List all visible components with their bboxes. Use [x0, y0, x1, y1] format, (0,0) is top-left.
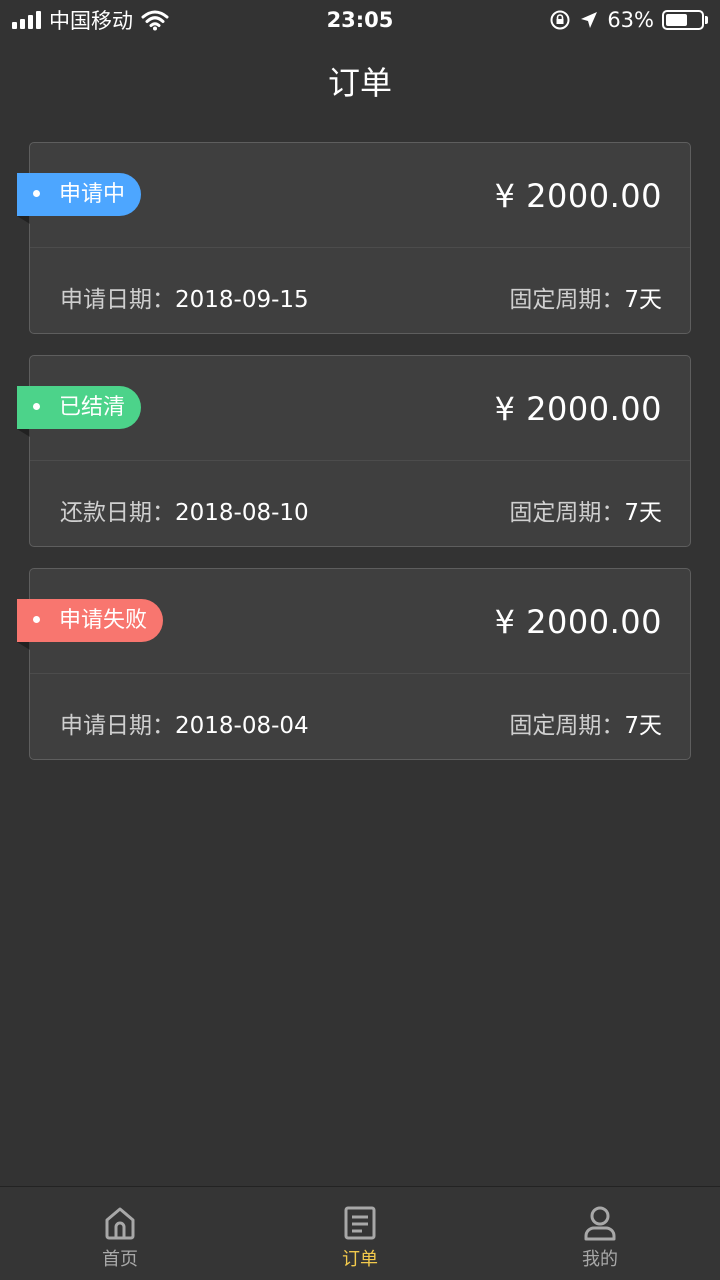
wifi-icon: [141, 10, 169, 31]
order-card[interactable]: 申请中 ¥ 2000.00 申请日期：2018-09-15 固定周期：7天: [17, 142, 691, 334]
period-label: 固定周期：: [509, 287, 625, 313]
order-card-header: 申请失败 ¥ 2000.00: [17, 569, 690, 674]
location-arrow-icon: [581, 12, 598, 28]
order-card-header: 已结清 ¥ 2000.00: [17, 356, 690, 461]
page-title: 订单: [327, 64, 392, 102]
tab-profile-label: 我的: [582, 1249, 618, 1270]
status-label: 申请中: [59, 182, 126, 207]
tab-profile[interactable]: 我的: [480, 1187, 720, 1280]
period-value: 7天: [624, 713, 662, 739]
status-label: 申请失败: [59, 608, 148, 633]
date-value: 2018-09-15: [175, 287, 309, 313]
document-icon: [344, 1206, 376, 1240]
date-label: 申请日期：: [60, 713, 175, 739]
status-badge: 申请中: [17, 173, 142, 224]
status-dot: [33, 190, 40, 197]
status-bar: 中国移动 23:05 63%: [0, 0, 720, 40]
order-card[interactable]: 申请失败 ¥ 2000.00 申请日期：2018-08-04 固定周期：7天: [17, 568, 691, 760]
home-icon: [105, 1207, 135, 1240]
status-label: 已结清: [59, 395, 126, 420]
carrier-label: 中国移动: [49, 9, 133, 33]
tab-orders-label: 订单: [342, 1249, 378, 1270]
battery-icon: [662, 10, 708, 30]
date-row: 还款日期：2018-08-10: [60, 493, 309, 527]
status-dot: [33, 616, 40, 623]
period-value: 7天: [624, 287, 662, 313]
order-card-footer: 申请日期：2018-08-04 固定周期：7天: [30, 674, 690, 760]
period-label: 固定周期：: [509, 500, 625, 526]
tab-bar: 首页 订单 我的: [0, 1186, 720, 1280]
tab-orders[interactable]: 订单: [240, 1187, 480, 1280]
date-value: 2018-08-10: [175, 500, 309, 526]
date-label: 还款日期：: [60, 500, 175, 526]
user-icon: [584, 1206, 616, 1241]
tab-home[interactable]: 首页: [0, 1187, 240, 1280]
date-row: 申请日期：2018-08-04: [60, 706, 309, 740]
order-card-header: 申请中 ¥ 2000.00: [17, 143, 690, 248]
order-card-footer: 还款日期：2018-08-10 固定周期：7天: [30, 461, 690, 547]
order-amount: ¥ 2000.00: [494, 177, 662, 215]
order-card-footer: 申请日期：2018-09-15 固定周期：7天: [30, 248, 690, 334]
period-value: 7天: [624, 500, 662, 526]
battery-percent: 63%: [607, 8, 654, 32]
order-amount: ¥ 2000.00: [494, 603, 662, 641]
date-row: 申请日期：2018-09-15: [60, 280, 309, 314]
order-amount: ¥ 2000.00: [494, 390, 662, 428]
period-row: 固定周期：7天: [509, 493, 662, 527]
date-value: 2018-08-04: [175, 713, 309, 739]
tab-home-label: 首页: [102, 1249, 138, 1270]
period-row: 固定周期：7天: [509, 706, 662, 740]
date-label: 申请日期：: [60, 287, 175, 313]
period-label: 固定周期：: [509, 713, 625, 739]
signal-icon: [12, 11, 41, 29]
status-left: 中国移动: [12, 5, 169, 35]
period-row: 固定周期：7天: [509, 280, 662, 314]
status-badge: 已结清: [17, 386, 142, 437]
status-dot: [33, 403, 40, 410]
rotation-lock-icon: [550, 10, 570, 30]
app-screen: 中国移动 23:05 63% 订单 申请中 ¥ 2000.00 申请日期：201…: [0, 0, 720, 1280]
status-badge: 申请失败: [17, 599, 164, 650]
status-right: 63%: [549, 8, 708, 32]
order-card[interactable]: 已结清 ¥ 2000.00 还款日期：2018-08-10 固定周期：7天: [17, 355, 691, 547]
